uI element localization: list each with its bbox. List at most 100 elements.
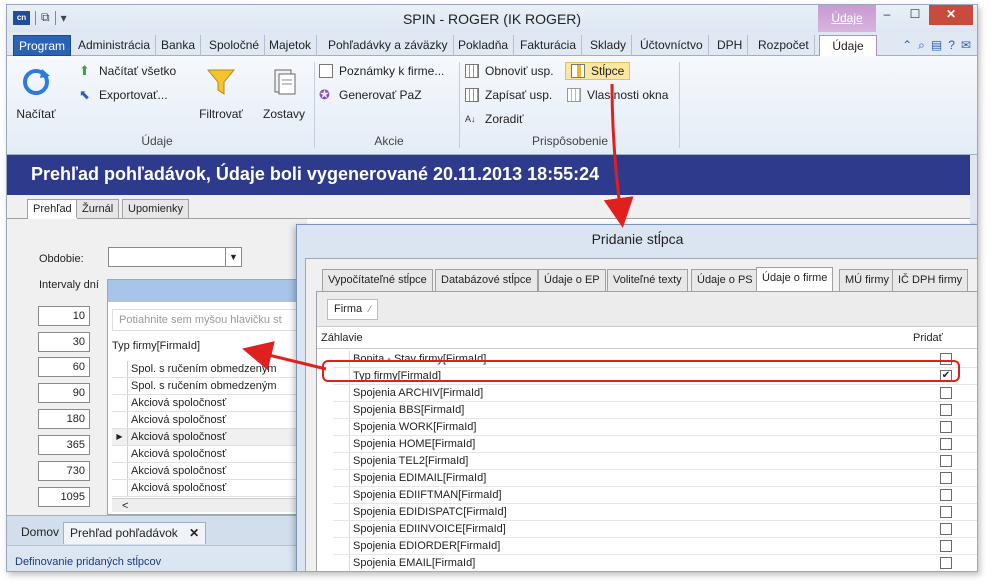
- dialog-tab[interactable]: IČ DPH firmy: [892, 269, 969, 291]
- column-list-item[interactable]: Spojenia EMAIL[FirmaId]: [333, 555, 977, 571]
- column-list-item[interactable]: Spojenia TEL2[FirmaId]: [333, 453, 977, 470]
- minimize-button[interactable]: –: [873, 5, 901, 25]
- col-zahlavie[interactable]: Záhlavie: [321, 332, 363, 344]
- search-icon[interactable]: ⌕: [918, 38, 925, 53]
- mail-icon[interactable]: ✉: [961, 38, 971, 53]
- column-list-item[interactable]: Spojenia WORK[FirmaId]: [333, 419, 977, 436]
- col-pridat[interactable]: Pridať: [913, 332, 943, 344]
- generovat-button[interactable]: ✪ Generovať PaZ: [319, 87, 422, 103]
- exportovat-button[interactable]: ⬉ Exportovať...: [79, 88, 168, 103]
- help-icon[interactable]: ?: [948, 38, 955, 53]
- pridat-checkbox[interactable]: [940, 557, 952, 569]
- dialog-tab[interactable]: Voliteľné texty: [607, 269, 688, 291]
- table-row[interactable]: Akciová spoločnosť: [112, 463, 304, 480]
- interval-field[interactable]: 90: [38, 383, 90, 403]
- zoradit-button[interactable]: A↓ Zoradiť: [465, 112, 524, 126]
- horizontal-scrollbar[interactable]: <: [112, 498, 304, 512]
- zapisat-button[interactable]: Zapísať usp.: [465, 88, 552, 102]
- column-list-item[interactable]: Spojenia EDIDISPATC[FirmaId]: [333, 504, 977, 521]
- close-button[interactable]: ✕: [929, 5, 973, 25]
- tab-uctovnictvo[interactable]: Účtovníctvo: [635, 35, 709, 56]
- document-icon[interactable]: ▤: [931, 38, 942, 53]
- dialog-tab-udaje-o-firme[interactable]: Údaje o firme: [756, 267, 834, 291]
- pridat-checkbox[interactable]: [940, 489, 952, 501]
- pridat-checkbox[interactable]: [940, 404, 952, 416]
- tab-zurnal[interactable]: Žurnál: [76, 199, 120, 218]
- dialog-tab[interactable]: Vypočítateľné stĺpce: [322, 269, 433, 291]
- group-by-area[interactable]: Potiahnite sem myšou hlavičku st: [112, 309, 302, 331]
- table-row[interactable]: Spol. s ručením obmedzeným: [112, 378, 304, 395]
- tab-pokladna[interactable]: Pokladňa: [453, 35, 515, 56]
- pridat-checkbox[interactable]: [940, 523, 952, 535]
- tab-dph[interactable]: DPH: [712, 35, 749, 56]
- maximize-button[interactable]: ☐: [901, 5, 929, 25]
- tab-prehlad-pohladavok[interactable]: Prehľad pohľadávok ✕: [63, 522, 207, 544]
- tab-prehlad[interactable]: Prehľad: [27, 199, 78, 219]
- stlpce-button[interactable]: Stĺpce: [565, 62, 631, 80]
- pridat-checkbox[interactable]: [940, 421, 952, 433]
- group-chip-label: Firma: [334, 303, 363, 315]
- column-list-item-label: Spojenia EDIIFTMAN[FirmaId]: [349, 487, 919, 503]
- poznamky-button[interactable]: Poznámky k firme...: [319, 64, 444, 78]
- chevron-down-icon[interactable]: ▼: [225, 248, 241, 266]
- pridat-checkbox[interactable]: [940, 387, 952, 399]
- vlastnosti-button[interactable]: Vlastnosti okna: [567, 88, 668, 102]
- close-tab-icon[interactable]: ✕: [189, 526, 199, 540]
- generate-icon: ✪: [319, 87, 330, 102]
- grid-column-header[interactable]: Typ firmy[FirmaId]: [112, 340, 200, 352]
- interval-field[interactable]: 60: [38, 357, 90, 377]
- column-list-item[interactable]: Spojenia BBS[FirmaId]: [333, 402, 977, 419]
- obdobie-select[interactable]: ▼: [108, 247, 242, 267]
- pridat-checkbox[interactable]: [940, 438, 952, 450]
- column-list-item[interactable]: Spojenia EDIORDER[FirmaId]: [333, 538, 977, 555]
- refresh-icon: [23, 69, 50, 95]
- dialog-tab[interactable]: Databázové stĺpce: [435, 269, 538, 291]
- pridat-checkbox[interactable]: [940, 455, 952, 467]
- tab-rozpocet[interactable]: Rozpočet: [753, 35, 815, 56]
- column-list-item[interactable]: Spojenia EDIIFTMAN[FirmaId]: [333, 487, 977, 504]
- column-list-item[interactable]: Spojenia EDIINVOICE[FirmaId]: [333, 521, 977, 538]
- table-row[interactable]: Spol. s ručením obmedzeným: [112, 361, 304, 378]
- tab-administracia[interactable]: Administrácia: [73, 35, 157, 56]
- poznamky-label: Poznámky k firme...: [339, 64, 445, 78]
- dialog-tab[interactable]: MÚ firmy: [839, 269, 895, 291]
- table-row[interactable]: Akciová spoločnosť: [112, 480, 304, 497]
- column-list-item[interactable]: Spojenia EDIMAIL[FirmaId]: [333, 470, 977, 487]
- table-row[interactable]: ▶ Akciová spoločnosť: [112, 429, 304, 446]
- column-list-item[interactable]: Spojenia HOME[FirmaId]: [333, 436, 977, 453]
- tab-spolocne[interactable]: Spoločné: [204, 35, 266, 56]
- tab-sklady[interactable]: Sklady: [585, 35, 633, 56]
- filtrovat-button[interactable]: Filtrovať: [195, 66, 247, 121]
- obnovit-button[interactable]: Obnoviť usp.: [465, 64, 554, 78]
- tab-pohladavky[interactable]: Pohľadávky a záväzky: [323, 35, 454, 56]
- tab-majetok[interactable]: Majetok: [264, 35, 318, 56]
- table-row[interactable]: Akciová spoločnosť: [112, 412, 304, 429]
- interval-field[interactable]: 10: [38, 306, 90, 326]
- pridat-checkbox[interactable]: [940, 540, 952, 552]
- nacitat-button[interactable]: Načítať: [15, 66, 57, 121]
- interval-field[interactable]: 730: [38, 461, 90, 481]
- pridat-checkbox[interactable]: [940, 472, 952, 484]
- tab-upomienky[interactable]: Upomienky: [122, 199, 190, 218]
- tab-udaje[interactable]: Údaje: [819, 35, 877, 57]
- table-row[interactable]: Akciová spoločnosť: [112, 446, 304, 463]
- interval-field[interactable]: 30: [38, 332, 90, 352]
- nacitat-vsetko-button[interactable]: ⬆ Načítať všetko: [79, 64, 176, 79]
- interval-field[interactable]: 1095: [38, 487, 90, 507]
- group-chip-firma[interactable]: Firma ⁄: [327, 299, 378, 320]
- interval-field[interactable]: 365: [38, 435, 90, 455]
- tab-domov[interactable]: Domov: [15, 522, 65, 544]
- tab-banka[interactable]: Banka: [156, 35, 202, 56]
- dialog-tab[interactable]: Údaje o EP: [538, 269, 606, 291]
- column-list-item[interactable]: Spojenia ARCHIV[FirmaId]: [333, 385, 977, 402]
- tab-fakturacia[interactable]: Fakturácia: [515, 35, 583, 56]
- pridat-checkbox[interactable]: [940, 506, 952, 518]
- zostavy-button[interactable]: Zostavy: [259, 66, 309, 121]
- tab-program[interactable]: Program: [13, 35, 72, 56]
- collapse-ribbon-icon[interactable]: ⌃: [902, 38, 912, 53]
- interval-field[interactable]: 180: [38, 409, 90, 429]
- table-row[interactable]: Akciová spoločnosť: [112, 395, 304, 412]
- ribbon-separator: [679, 62, 680, 148]
- filtrovat-label: Filtrovať: [199, 107, 243, 121]
- dialog-tab[interactable]: Údaje o PS: [691, 269, 759, 291]
